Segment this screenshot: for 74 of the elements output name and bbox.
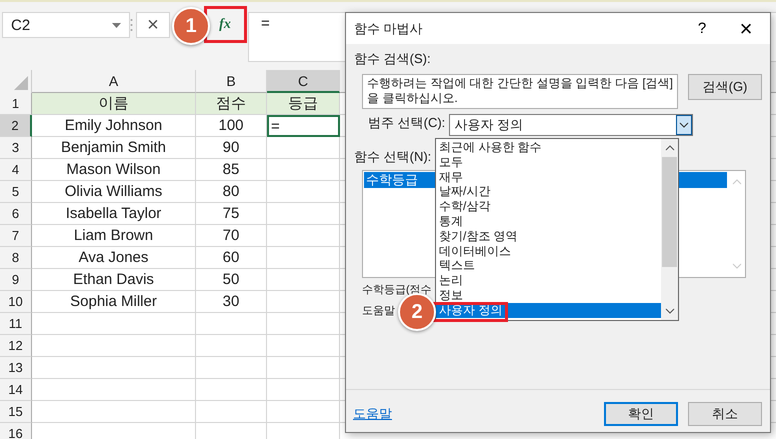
ok-button[interactable]: 확인 (604, 402, 678, 426)
dropdown-option[interactable]: 모두 (436, 154, 661, 170)
column-title-cell: 등급 (267, 93, 340, 115)
table-cell: Liam Brown (32, 225, 196, 247)
active-cell: = (267, 115, 340, 137)
row-header[interactable]: 5 (0, 181, 32, 203)
search-button[interactable]: 검색(G) (688, 74, 762, 100)
table-cell: Sophia Miller (32, 291, 196, 313)
row-header[interactable]: 11 (0, 313, 32, 335)
row-header[interactable]: 4 (0, 159, 32, 181)
table-cell: 90 (196, 137, 267, 159)
row-header[interactable]: 1 (0, 93, 32, 115)
row-header[interactable]: 10 (0, 291, 32, 313)
row-header[interactable]: 13 (0, 357, 32, 379)
dropdown-option[interactable]: 찾기/참조 영역 (436, 228, 661, 244)
dropdown-option[interactable]: 최근에 사용한 함수 (436, 140, 661, 155)
row-header[interactable]: 14 (0, 379, 32, 401)
dropdown-option[interactable]: 통계 (436, 214, 661, 229)
dropdown-option[interactable]: 재무 (436, 170, 661, 184)
select-all-icon[interactable] (14, 76, 28, 90)
name-box[interactable]: C2 (2, 12, 130, 38)
row-header[interactable]: 12 (0, 335, 32, 357)
row-header[interactable]: 2 (0, 115, 32, 137)
row-header[interactable]: 7 (0, 225, 32, 247)
help-label: 도움말 (362, 304, 395, 318)
table-cell: Benjamin Smith (32, 137, 196, 159)
table-cell: 100 (196, 115, 267, 137)
row-header[interactable]: 15 (0, 401, 32, 423)
chevron-icon[interactable] (676, 115, 692, 135)
table-cell: Ava Jones (32, 247, 196, 269)
dropdown-option[interactable]: 정보 (436, 288, 661, 303)
dropdown-option[interactable]: 논리 (436, 273, 661, 288)
table-cell: Emily Johnson (32, 115, 196, 137)
dropdown-option[interactable]: 텍스트 (436, 258, 661, 274)
table-cell: 75 (196, 203, 267, 225)
table-cell: 70 (196, 225, 267, 247)
table-cell: Ethan Davis (32, 269, 196, 291)
row-header[interactable]: 6 (0, 203, 32, 225)
row-header[interactable]: 3 (0, 137, 32, 159)
help-link[interactable]: 도움말 (353, 405, 392, 423)
table-cell: Mason Wilson (32, 159, 196, 181)
table-cell: 60 (196, 247, 267, 269)
step-badge: 1 (172, 7, 210, 45)
column-header[interactable]: C (267, 70, 340, 93)
row-header[interactable]: 9 (0, 269, 32, 291)
cancel-button[interactable]: 취소 (688, 402, 762, 426)
search-label: 함수 검색(S): (354, 50, 431, 68)
category-select[interactable]: 사용자 정의 (449, 114, 694, 136)
dropdown-option[interactable]: 데이터베이스 (436, 244, 661, 258)
table-cell: 50 (196, 269, 267, 291)
scroll-up-icon[interactable] (664, 145, 674, 151)
dialog-title: 함수 마법사 (354, 20, 424, 38)
scrollbar[interactable] (661, 139, 678, 320)
category-label: 범주 선택(C): (368, 114, 446, 132)
table-cell: Isabella Taylor (32, 203, 196, 225)
column-title-cell: 이름 (32, 93, 196, 115)
row-header[interactable]: 8 (0, 247, 32, 269)
help-button[interactable]: ? (682, 14, 722, 44)
dropdown-option[interactable]: 사용자 정의 (436, 302, 661, 318)
caret-icon (112, 22, 121, 28)
table-cell: 30 (196, 291, 267, 313)
scroll-down-icon[interactable] (664, 308, 674, 314)
table-cell: 80 (196, 181, 267, 203)
cancel-button[interactable]: × (136, 12, 170, 38)
function-label: 함수 선택(N): (354, 148, 432, 166)
dropdown-option[interactable]: 날짜/시간 (436, 184, 661, 200)
table-cell: 85 (196, 159, 267, 181)
row-header[interactable]: 16 (0, 423, 32, 439)
search-field[interactable]: 수행하려는 작업에 대한 간단한 설명을 입력한 다음 [검색]을 클릭하십시오. (362, 74, 678, 109)
close-button[interactable]: × (722, 14, 770, 44)
table-cell: Olivia Williams (32, 181, 196, 203)
column-title-cell: 점수 (196, 93, 267, 115)
dropdown-option[interactable]: 수학/삼각 (436, 199, 661, 214)
drag-handle-icon[interactable] (130, 18, 133, 32)
